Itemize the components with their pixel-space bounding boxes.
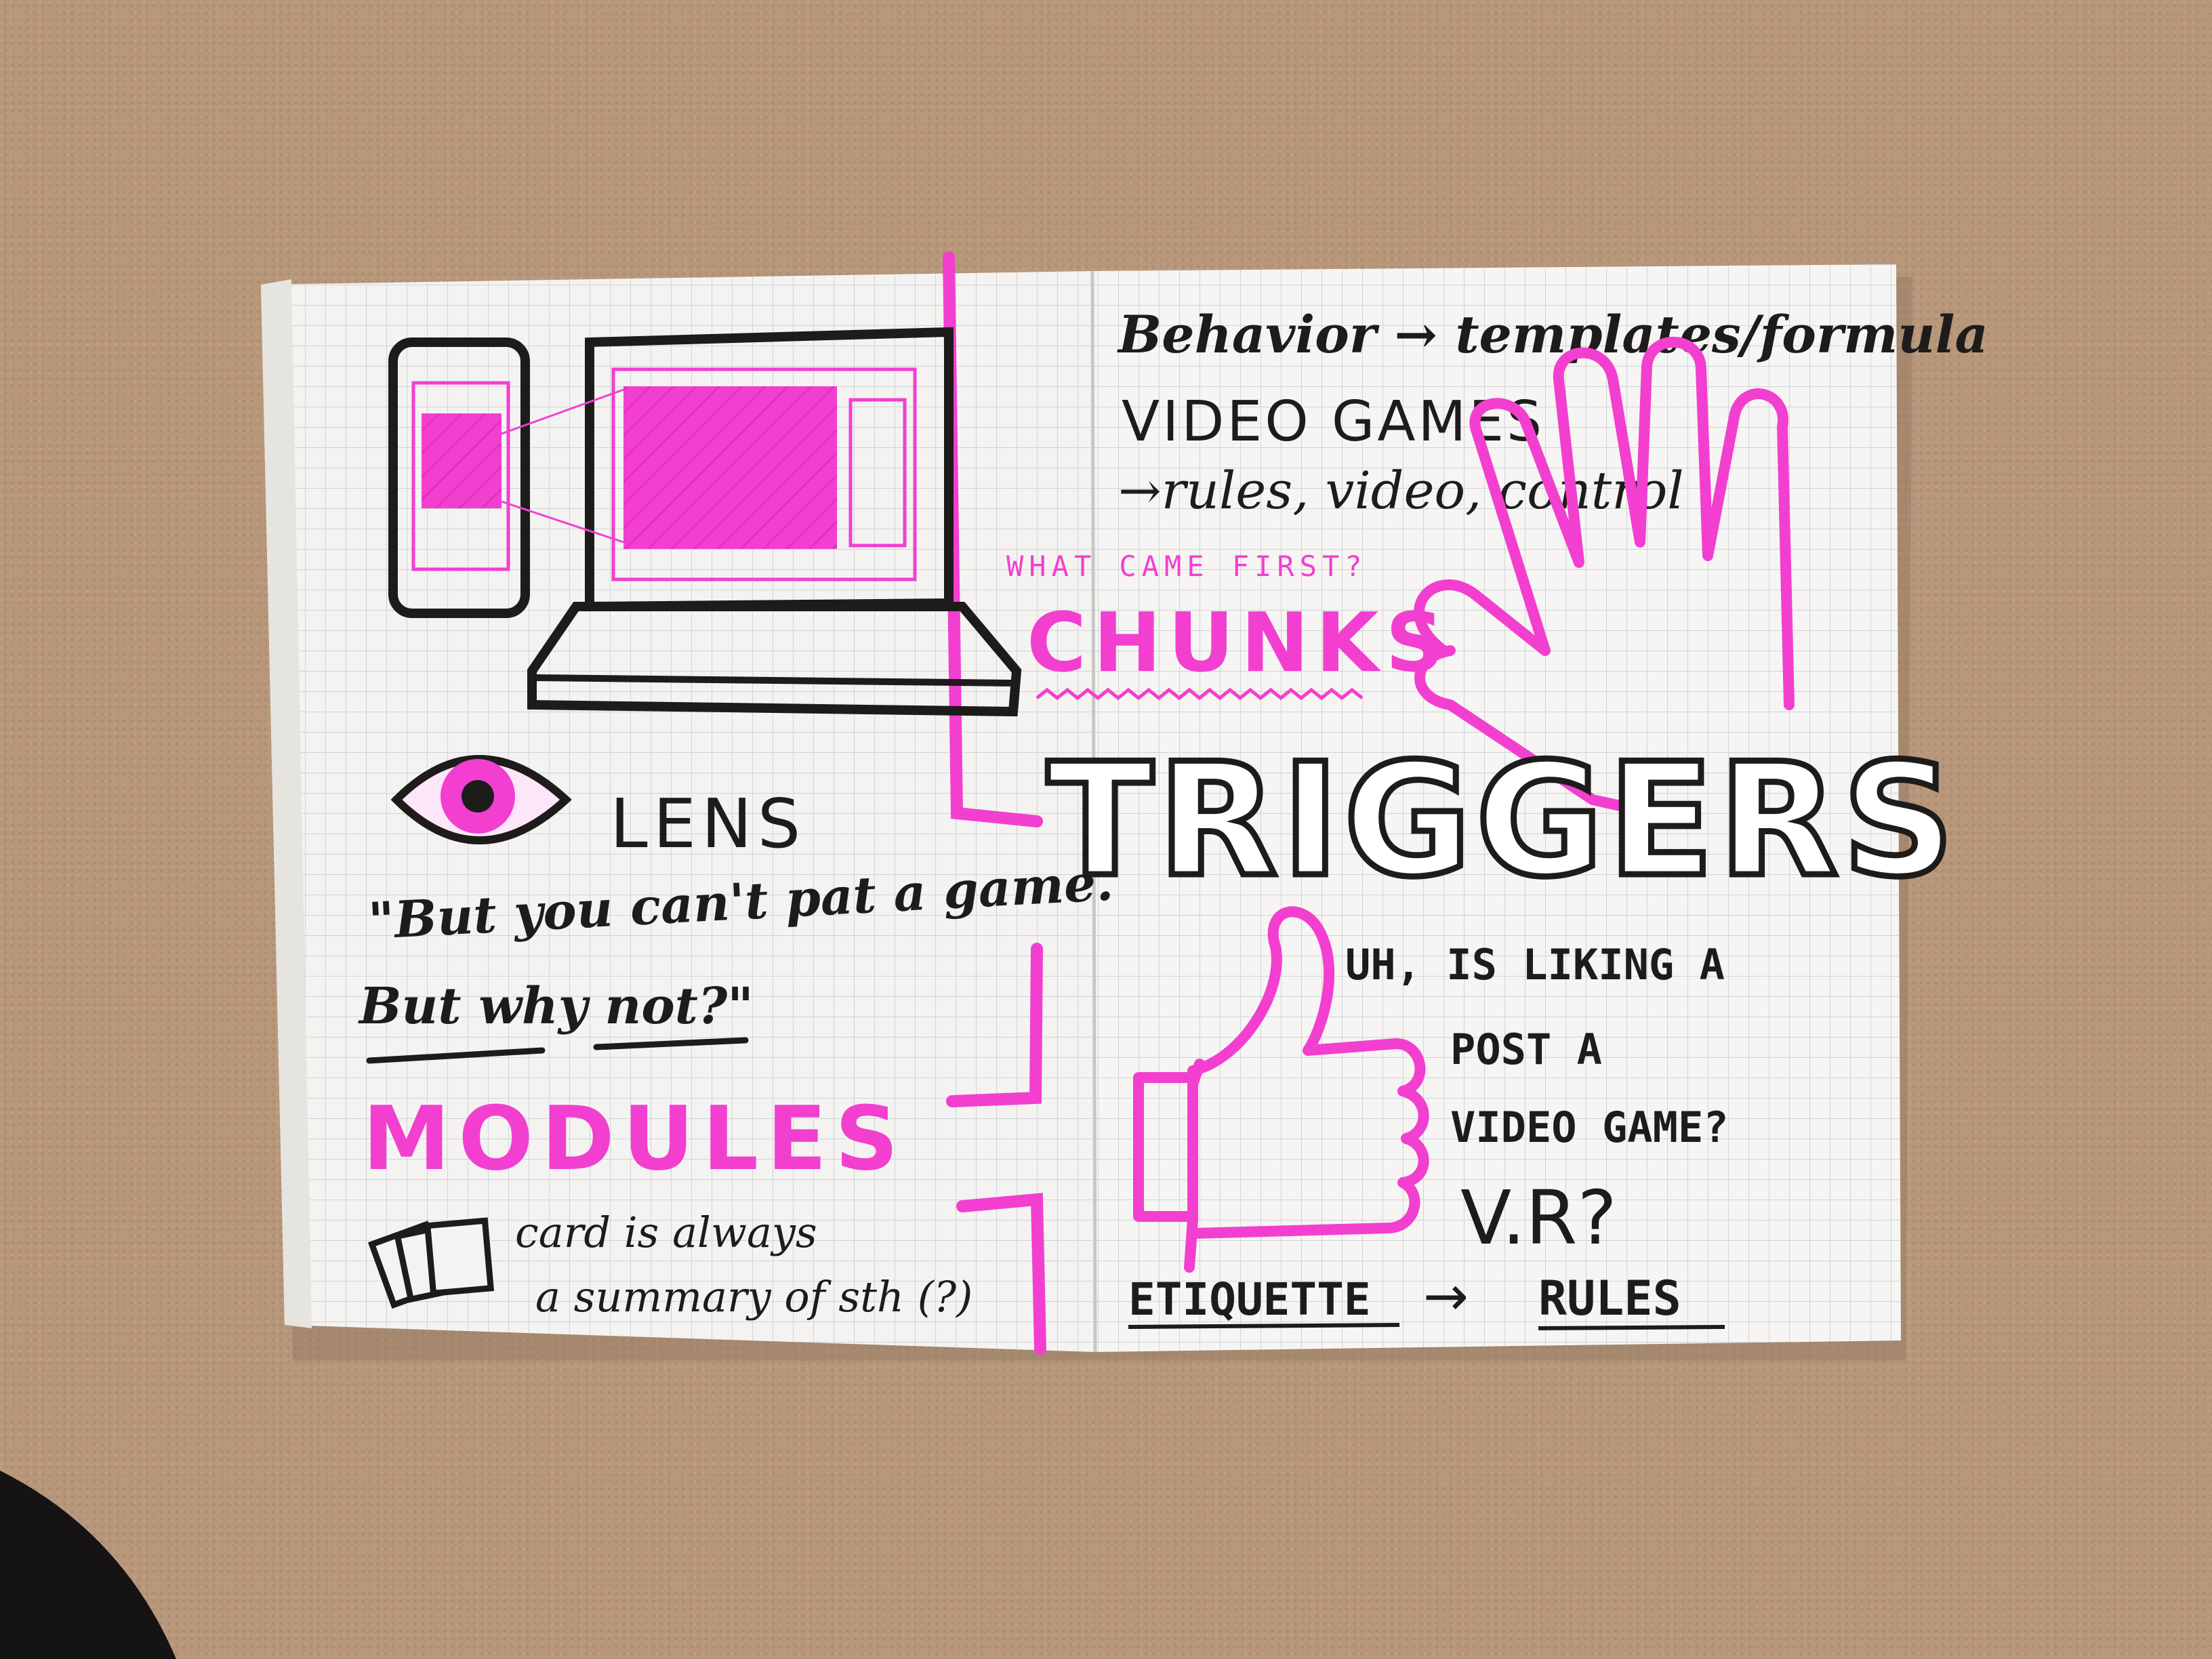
rules-label: RULES [1538,1271,1681,1326]
etiquette-label: ETIQUETTE [1128,1273,1371,1326]
etiquette-underline [1128,1323,1400,1329]
card-line-2: a summary of sth (?) [535,1272,972,1322]
modules-label: MODULES [363,1087,907,1190]
what-came-first: WHAT CAME FIRST? [1006,550,1368,583]
liking-line-1: UH, IS LIKING A [1345,940,1725,989]
rules-underline [1538,1325,1725,1330]
behavior-line: Behavior → templates/formula [1117,304,1988,365]
rules-video-control: →rules, video, control [1118,460,1684,520]
liking-line-2: POST A [1450,1025,1602,1074]
lens-label: LENS [610,784,806,863]
notebook-photo: LENS "But you can't pat a game. But why … [0,251,1988,1659]
liking-line-3: VIDEO GAME? [1450,1103,1729,1152]
etiquette-arrow: → [1423,1265,1469,1328]
triggers-heading: TRIGGERS [1047,731,1959,912]
vr-label: V.R? [1460,1174,1617,1261]
shadow-corner [0,1471,176,1659]
quote-line-2: But why not?" [358,977,754,1036]
card-line-1: card is always [515,1208,817,1257]
chunks-label: CHUNKS [1027,596,1451,691]
